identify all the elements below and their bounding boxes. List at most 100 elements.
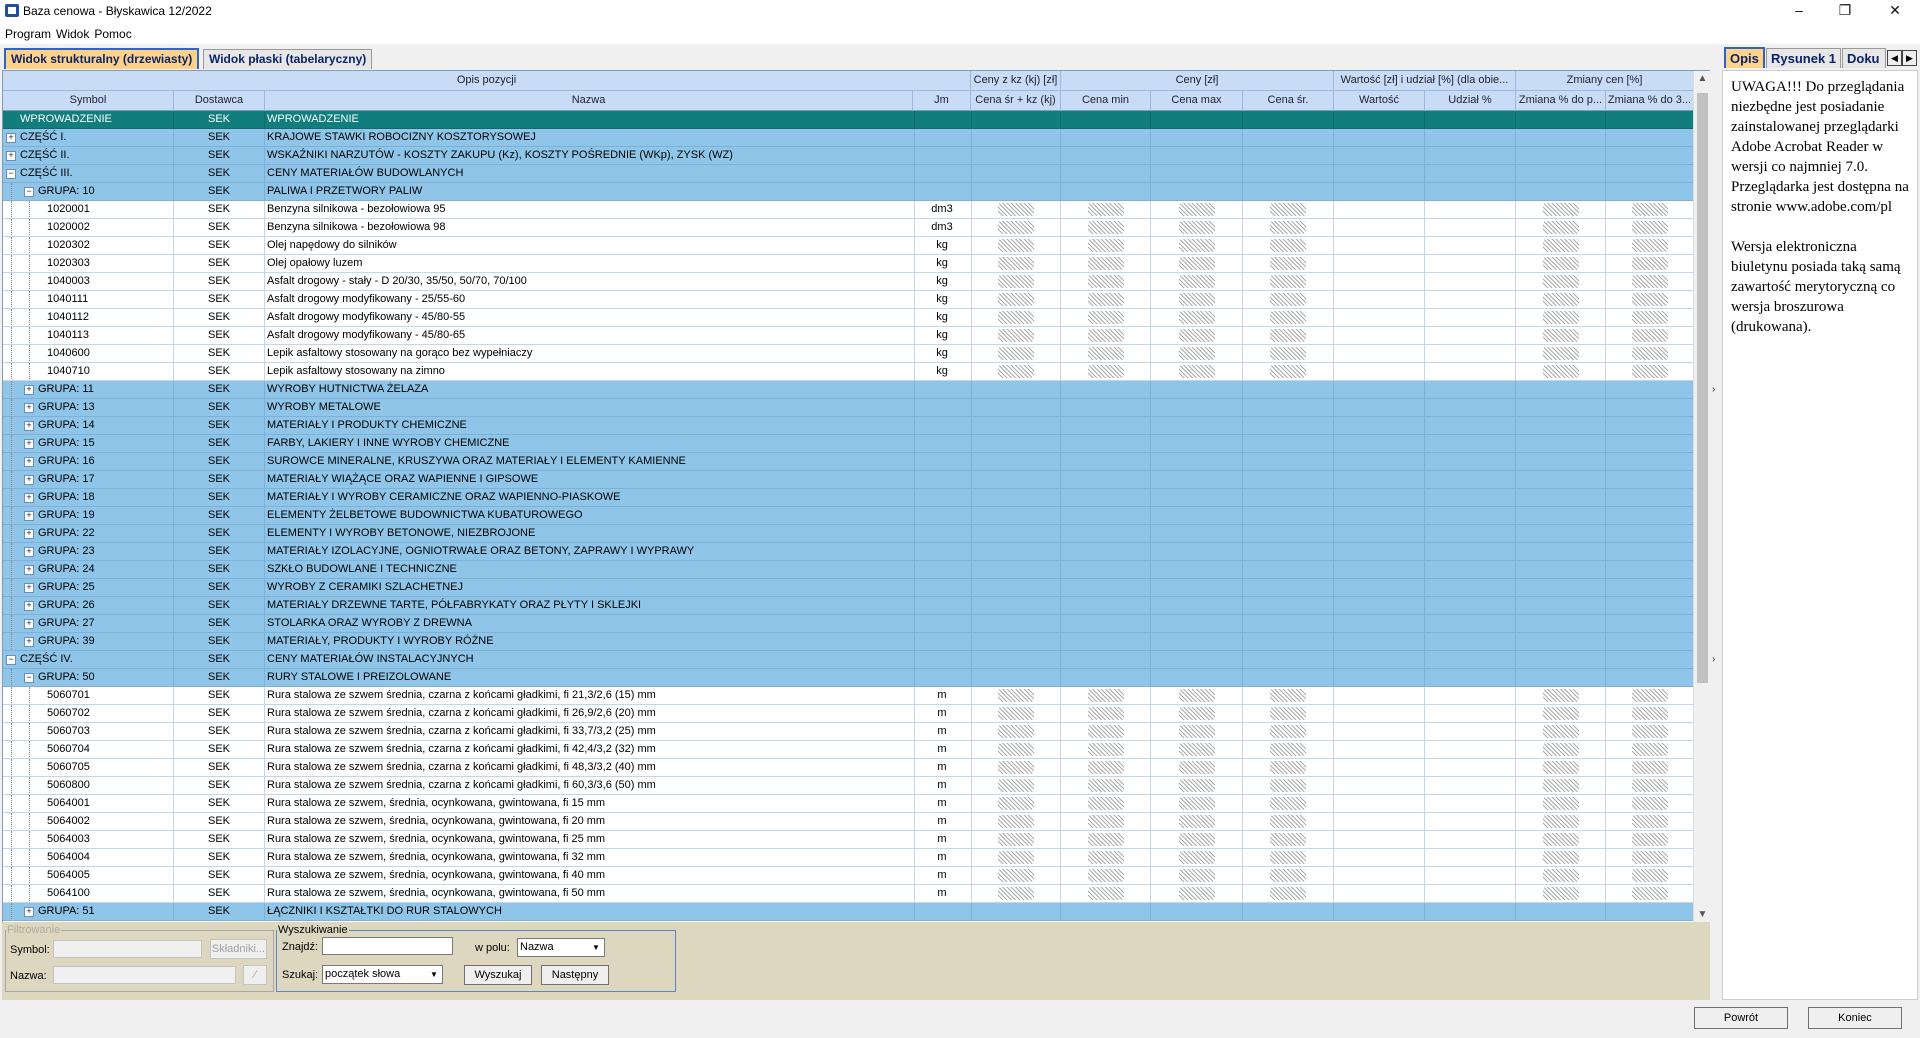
koniec-button[interactable]: Koniec — [1808, 1007, 1902, 1029]
table-row[interactable]: 5060704 SEK Rura stalowa ze szwem średnia,… — [3, 741, 1694, 759]
expand-icon[interactable]: + — [24, 601, 34, 611]
tree-group-row[interactable]: + GRUPA: 15 SEK FARBY, LAKIERY I INNE WYROB… — [3, 435, 1694, 453]
table-row[interactable]: 5064003 SEK Rura stalowa ze szwem, średnia… — [3, 831, 1694, 849]
collapse-icon[interactable]: − — [6, 169, 16, 179]
expand-icon[interactable]: + — [24, 529, 34, 539]
minimize-button[interactable]: – — [1776, 0, 1822, 22]
col-header-cena-sr-kz[interactable]: Cena śr + kz (kj) — [971, 91, 1061, 111]
tree-group-row[interactable]: + GRUPA: 51 SEK ŁĄCZNIKI I KSZTAŁTKI DO RUR… — [3, 903, 1694, 921]
search-input[interactable] — [322, 937, 453, 955]
col-header-zmiana-2[interactable]: Zmiana % do 3... — [1606, 91, 1694, 111]
tree-group-row[interactable]: + GRUPA: 13 SEK WYROBY METALOWE — [3, 399, 1694, 417]
clear-filter-button[interactable]: ⁄ — [243, 965, 267, 985]
nastepny-button[interactable]: Następny — [541, 965, 609, 985]
table-row[interactable]: 1040112 SEK Asfalt drogowy modyfikowany - … — [3, 309, 1694, 327]
symbol-filter-input[interactable] — [53, 940, 202, 958]
maximize-button[interactable]: ❐ — [1822, 0, 1868, 22]
scroll-down-icon[interactable]: ▼ — [1694, 909, 1711, 920]
table-row[interactable]: 1020002 SEK Benzyna silnikowa - bezołowiow… — [3, 219, 1694, 237]
table-row[interactable]: 1040113 SEK Asfalt drogowy modyfikowany - … — [3, 327, 1694, 345]
splitter-arrow-icon[interactable]: › — [1712, 384, 1715, 395]
close-button[interactable]: ✕ — [1872, 0, 1918, 22]
tree-group-row[interactable]: − GRUPA: 50 SEK RURY STALOWE I PREIZOLOWANE — [3, 669, 1694, 687]
tab-tree-view[interactable]: Widok strukturalny (drzewiasty) — [4, 48, 200, 69]
table-row[interactable]: 1020302 SEK Olej napędowy do silników kg — [3, 237, 1694, 255]
menu-pomoc[interactable]: Pomoc — [94, 27, 131, 41]
scrollbar-thumb[interactable] — [1697, 93, 1708, 683]
table-row[interactable]: 5060702 SEK Rura stalowa ze szwem średnia,… — [3, 705, 1694, 723]
table-row[interactable]: 5064100 SEK Rura stalowa ze szwem, średnia… — [3, 885, 1694, 903]
expand-icon[interactable]: + — [24, 565, 34, 575]
expand-icon[interactable]: + — [24, 475, 34, 485]
expand-icon[interactable]: + — [6, 133, 16, 143]
table-row[interactable]: 1040111 SEK Asfalt drogowy modyfikowany - … — [3, 291, 1694, 309]
scroll-up-icon[interactable]: ▲ — [1694, 73, 1711, 84]
tab-next-icon[interactable]: ▶ — [1902, 50, 1917, 66]
expand-icon[interactable]: + — [24, 637, 34, 647]
tree-group-row[interactable]: + GRUPA: 23 SEK MATERIAŁY IZOLACYJNE, OGNIO… — [3, 543, 1694, 561]
table-row[interactable]: 1040600 SEK Lepik asfaltowy stosowany na g… — [3, 345, 1694, 363]
tab-rysunek-1[interactable]: Rysunek 1 — [1766, 48, 1842, 68]
table-row[interactable]: 1040710 SEK Lepik asfaltowy stosowany na z… — [3, 363, 1694, 381]
table-row[interactable]: 5064001 SEK Rura stalowa ze szwem, średnia… — [3, 795, 1694, 813]
collapse-icon[interactable]: − — [24, 673, 34, 683]
table-row[interactable]: 5060701 SEK Rura stalowa ze szwem średnia,… — [3, 687, 1694, 705]
table-row[interactable]: 5064002 SEK Rura stalowa ze szwem, średnia… — [3, 813, 1694, 831]
menu-program[interactable]: Program — [5, 27, 51, 41]
col-header-cena-min[interactable]: Cena min — [1061, 91, 1151, 111]
tree-group-row[interactable]: + GRUPA: 22 SEK ELEMENTY I WYROBY BETONOWE,… — [3, 525, 1694, 543]
tree-group-row[interactable]: + GRUPA: 16 SEK SUROWCE MINERALNE, KRUSZYWA… — [3, 453, 1694, 471]
expand-icon[interactable]: + — [24, 547, 34, 557]
field-select[interactable]: Nazwa ▼ — [517, 938, 605, 957]
tree-group-row[interactable]: + GRUPA: 26 SEK MATERIAŁY DRZEWNE TARTE, PÓ… — [3, 597, 1694, 615]
collapse-icon[interactable]: − — [6, 655, 16, 665]
tree-group-row[interactable]: − CZĘŚĆ IV. SEK CENY MATERIAŁÓW INSTALACYJN… — [3, 651, 1694, 669]
expand-icon[interactable]: + — [24, 511, 34, 521]
tab-opis[interactable]: Opis — [1724, 47, 1765, 68]
tree-group-row[interactable]: + GRUPA: 24 SEK SZKŁO BUDOWLANE I TECHNICZN… — [3, 561, 1694, 579]
col-header-wartosc[interactable]: Wartość — [1334, 91, 1425, 111]
expand-icon[interactable]: + — [24, 421, 34, 431]
powrot-button[interactable]: Powrót — [1694, 1007, 1788, 1029]
col-header-jm[interactable]: Jm — [913, 91, 971, 111]
table-row[interactable]: 5060703 SEK Rura stalowa ze szwem średnia,… — [3, 723, 1694, 741]
table-row[interactable]: 5060705 SEK Rura stalowa ze szwem średnia,… — [3, 759, 1694, 777]
tree-group-row[interactable]: + GRUPA: 11 SEK WYROBY HUTNICTWA ŻELAZA — [3, 381, 1694, 399]
tree-group-row[interactable]: + GRUPA: 17 SEK MATERIAŁY WIĄŻĄCE ORAZ WAPI… — [3, 471, 1694, 489]
tree-group-row[interactable]: + GRUPA: 25 SEK WYROBY Z CERAMIKI SZLACHETN… — [3, 579, 1694, 597]
expand-icon[interactable]: + — [24, 907, 34, 917]
tree-group-row[interactable]: + CZĘŚĆ I. SEK KRAJOWE STAWKI ROBOCIZNY KOS… — [3, 129, 1694, 147]
table-row[interactable]: 1020303 SEK Olej opałowy luzem kg — [3, 255, 1694, 273]
search-mode-select[interactable]: początek słowa ▼ — [322, 965, 443, 984]
col-header-udzial[interactable]: Udział % — [1425, 91, 1516, 111]
tree-group-row[interactable]: WPROWADZENIE SEK WPROWADZENIE — [3, 111, 1694, 129]
skladniki-button[interactable]: Składniki... — [210, 939, 267, 959]
expand-icon[interactable]: + — [24, 385, 34, 395]
menu-widok[interactable]: Widok — [56, 27, 89, 41]
table-row[interactable]: 5060800 SEK Rura stalowa ze szwem średnia,… — [3, 777, 1694, 795]
expand-icon[interactable]: + — [6, 151, 16, 161]
col-header-symbol[interactable]: Symbol — [3, 91, 174, 111]
expand-icon[interactable]: + — [24, 403, 34, 413]
tree-group-row[interactable]: + GRUPA: 39 SEK MATERIAŁY, PRODUKTY I WYROB… — [3, 633, 1694, 651]
panel-splitter[interactable]: › › — [1710, 44, 1720, 999]
tree-group-row[interactable]: − CZĘŚĆ III. SEK CENY MATERIAŁÓW BUDOWLANYC… — [3, 165, 1694, 183]
grid-vertical-scrollbar[interactable]: ▲ ▼ — [1693, 71, 1711, 922]
table-row[interactable]: 1020001 SEK Benzyna silnikowa - bezołowiow… — [3, 201, 1694, 219]
tree-group-row[interactable]: + GRUPA: 18 SEK MATERIAŁY I WYROBY CERAMICZ… — [3, 489, 1694, 507]
chevron-down-icon[interactable]: ▼ — [589, 940, 603, 955]
col-header-zmiana-1[interactable]: Zmiana % do p... — [1516, 91, 1606, 111]
tree-group-row[interactable]: + CZĘŚĆ II. SEK WSKAŹNIKI NARZUTÓW - KOSZTY… — [3, 147, 1694, 165]
collapse-icon[interactable]: − — [24, 187, 34, 197]
col-header-nazwa[interactable]: Nazwa — [265, 91, 913, 111]
tab-dokument[interactable]: Doku — [1842, 48, 1886, 68]
splitter-arrow-icon-2[interactable]: › — [1712, 654, 1715, 665]
chevron-down-icon[interactable]: ▼ — [427, 967, 441, 982]
table-row[interactable]: 5064004 SEK Rura stalowa ze szwem, średnia… — [3, 849, 1694, 867]
wyszukaj-button[interactable]: Wyszukaj — [464, 965, 532, 985]
col-header-cena-max[interactable]: Cena max — [1151, 91, 1243, 111]
col-header-dostawca[interactable]: Dostawca — [174, 91, 265, 111]
tree-group-row[interactable]: − GRUPA: 10 SEK PALIWA I PRZETWORY PALIW — [3, 183, 1694, 201]
tab-prev-icon[interactable]: ◀ — [1887, 50, 1902, 66]
table-row[interactable]: 1040003 SEK Asfalt drogowy - stały - D 20/… — [3, 273, 1694, 291]
